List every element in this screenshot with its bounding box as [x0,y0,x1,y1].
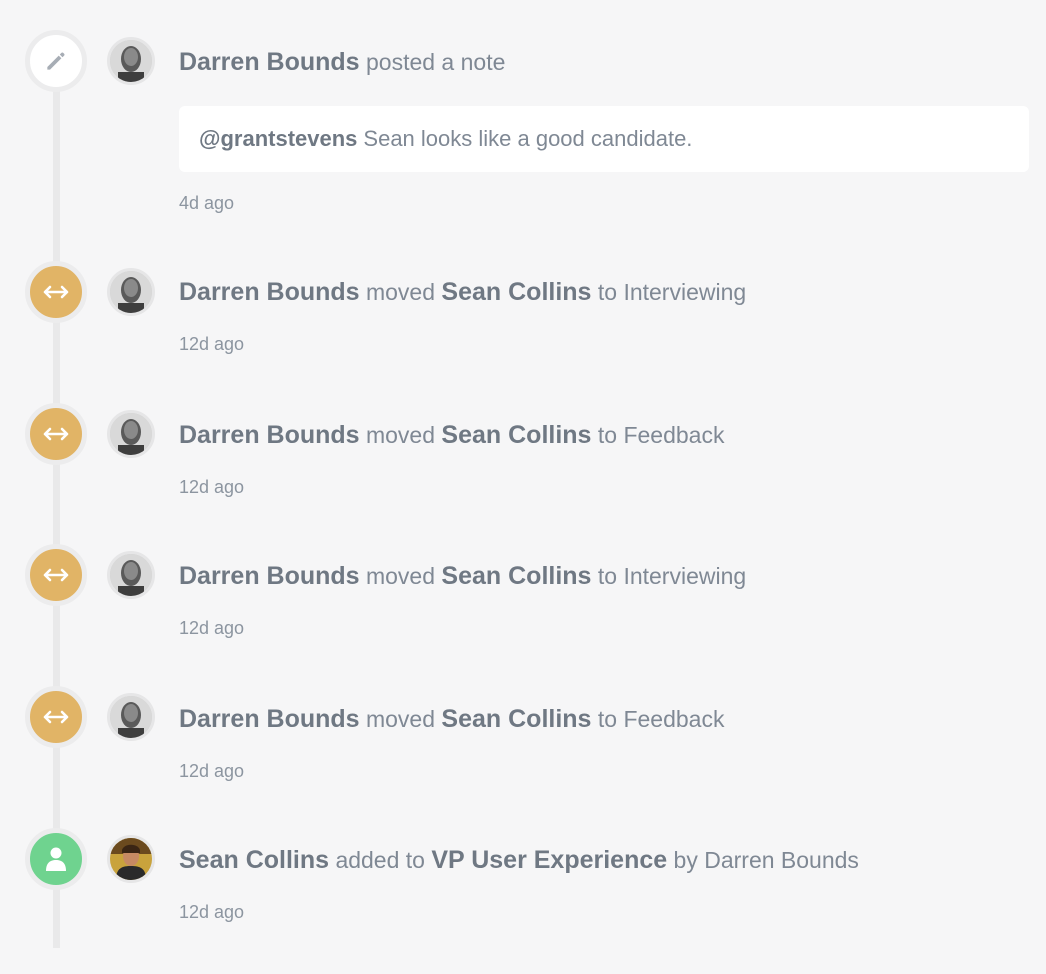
avatar-darren-bounds[interactable] [107,410,155,458]
avatar-sean-collins[interactable] [107,835,155,883]
job-link[interactable]: VP User Experience [431,846,667,874]
event-headline: Darren Bounds moved Sean Collins to Inte… [179,562,746,590]
event-headline: Darren Bounds posted a note [179,48,505,76]
event-action: posted a note [365,49,506,75]
arrows-horizontal-icon [25,403,87,465]
event-preposition: to [597,706,618,732]
stage-name: Interviewing [623,563,747,589]
note-text: Sean looks like a good candidate. [363,126,693,151]
arrows-horizontal-icon [25,686,87,748]
event-timestamp: 12d ago [179,334,245,354]
candidate-link[interactable]: Sean Collins [441,421,591,449]
candidate-link[interactable]: Sean Collins [441,278,591,306]
event-preposition: to [597,563,618,589]
event-headline: Darren Bounds moved Sean Collins to Inte… [179,278,746,306]
candidate-link[interactable]: Sean Collins [179,846,329,874]
event-preposition: to [597,422,618,448]
actor-link[interactable]: Darren Bounds [179,48,360,76]
note-body: @grantstevens Sean looks like a good can… [179,106,1029,172]
avatar-darren-bounds[interactable] [107,37,155,85]
event-headline: Sean Collins added to VP User Experience… [179,846,859,874]
actor-link[interactable]: Darren Bounds [179,705,360,733]
event-timestamp: 12d ago [179,618,245,638]
event-by-label: by Darren Bounds [673,847,859,873]
activity-timeline: Darren Bounds posted a note @grantsteven… [0,0,1046,974]
note-mention[interactable]: @grantstevens [199,126,357,152]
avatar-darren-bounds[interactable] [107,268,155,316]
event-preposition: to [597,279,618,305]
event-action: moved [365,563,436,589]
event-action: added to [335,847,425,873]
event-action: moved [365,706,436,732]
avatar-darren-bounds[interactable] [107,551,155,599]
timeline-rail [53,60,60,948]
person-icon [25,828,87,890]
avatar-darren-bounds[interactable] [107,693,155,741]
stage-name: Interviewing [623,279,747,305]
event-action: moved [365,422,436,448]
actor-link[interactable]: Darren Bounds [179,278,360,306]
arrows-horizontal-icon [25,544,87,606]
event-timestamp: 12d ago [179,902,245,922]
event-action: moved [365,279,436,305]
stage-name: Feedback [623,706,725,732]
candidate-link[interactable]: Sean Collins [441,562,591,590]
stage-name: Feedback [623,422,725,448]
event-headline: Darren Bounds moved Sean Collins to Feed… [179,705,724,733]
actor-link[interactable]: Darren Bounds [179,562,360,590]
event-timestamp: 12d ago [179,761,245,781]
event-timestamp: 12d ago [179,477,245,497]
arrows-horizontal-icon [25,261,87,323]
actor-link[interactable]: Darren Bounds [179,421,360,449]
pencil-icon [25,30,87,92]
event-headline: Darren Bounds moved Sean Collins to Feed… [179,421,724,449]
event-timestamp: 4d ago [179,193,235,213]
candidate-link[interactable]: Sean Collins [441,705,591,733]
